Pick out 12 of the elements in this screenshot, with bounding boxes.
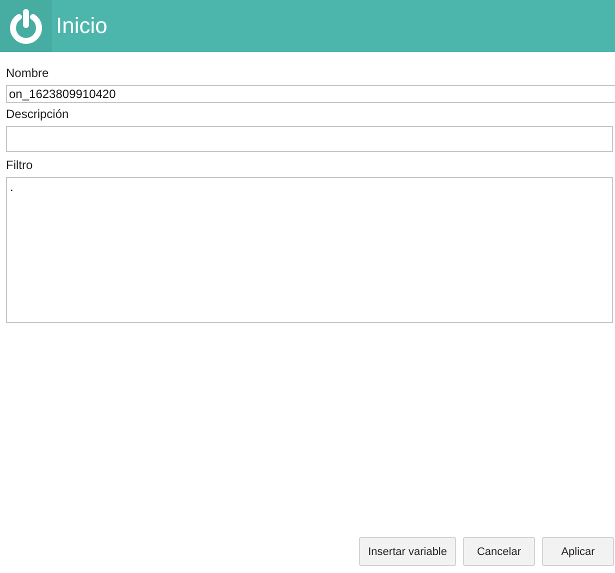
text-field[interactable] [6, 126, 613, 152]
field-label: Filtro [6, 158, 34, 173]
action-button[interactable]: Cancelar [463, 537, 535, 566]
filter-textarea[interactable]: . [6, 177, 613, 323]
field-label: Descripción [6, 107, 70, 122]
page-title: Inicio [56, 13, 108, 39]
field-label: Nombre [6, 66, 50, 81]
power-icon [8, 8, 44, 44]
power-button[interactable] [0, 0, 52, 52]
action-button[interactable]: Aplicar [542, 537, 614, 566]
action-button[interactable]: Insertar variable [359, 537, 456, 566]
text-field[interactable]: on_1623809910420 [6, 85, 615, 103]
